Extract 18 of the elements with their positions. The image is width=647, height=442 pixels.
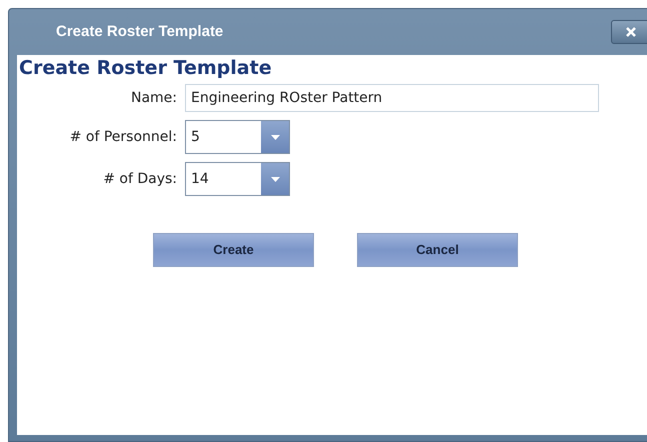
form-heading: Create Roster Template (18, 56, 273, 80)
caret-icon (270, 176, 280, 182)
close-button[interactable] (611, 20, 647, 44)
window-title: Create Roster Template (56, 22, 224, 42)
action-button[interactable]: Cancel (357, 233, 518, 267)
dropdown-field[interactable]: 5 (185, 120, 290, 154)
dropdown-field[interactable]: 14 (185, 162, 290, 196)
caret-icon (270, 134, 280, 140)
field-label: Name: (130, 88, 178, 108)
dropdown-value: 5 (190, 128, 201, 146)
dropdown-value: 14 (190, 170, 210, 188)
close-icon (625, 26, 637, 38)
field-label: # of Personnel: (68, 128, 178, 146)
action-button[interactable]: Create (153, 233, 314, 267)
name-field[interactable]: Engineering ROster Pattern (185, 84, 599, 112)
field-label: # of Days: (102, 170, 178, 188)
dropdown-button[interactable] (261, 121, 289, 153)
dropdown-button[interactable] (261, 163, 289, 195)
